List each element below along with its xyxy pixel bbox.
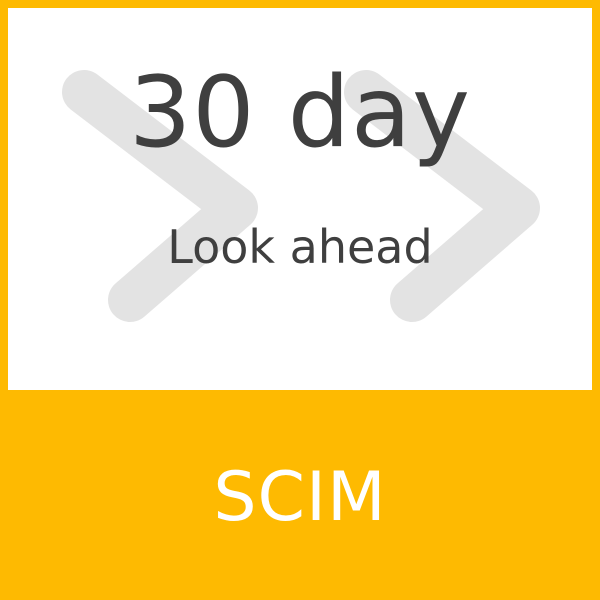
scim-tile[interactable]: 30 day Look ahead SCIM (0, 0, 600, 600)
footer-label: SCIM (213, 457, 387, 537)
tile-footer: SCIM (0, 390, 600, 600)
tile-headline: 30 day (128, 56, 472, 170)
tile-subline: Look ahead (167, 220, 433, 274)
tile-panel: 30 day Look ahead (8, 8, 592, 390)
